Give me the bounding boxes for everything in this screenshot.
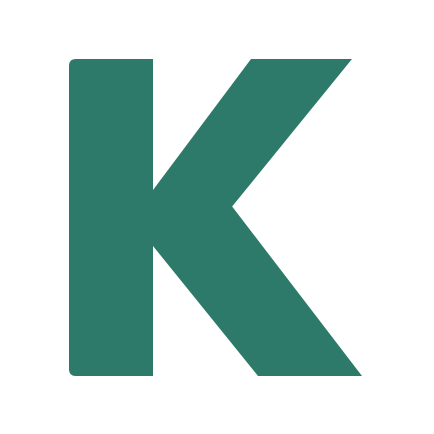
k-lower-leg (153, 205, 362, 376)
logo-canvas: K (0, 0, 434, 434)
k-upper-arm (153, 59, 352, 246)
k-stem (69, 59, 153, 376)
letter-k-logo-icon: K (69, 59, 362, 376)
